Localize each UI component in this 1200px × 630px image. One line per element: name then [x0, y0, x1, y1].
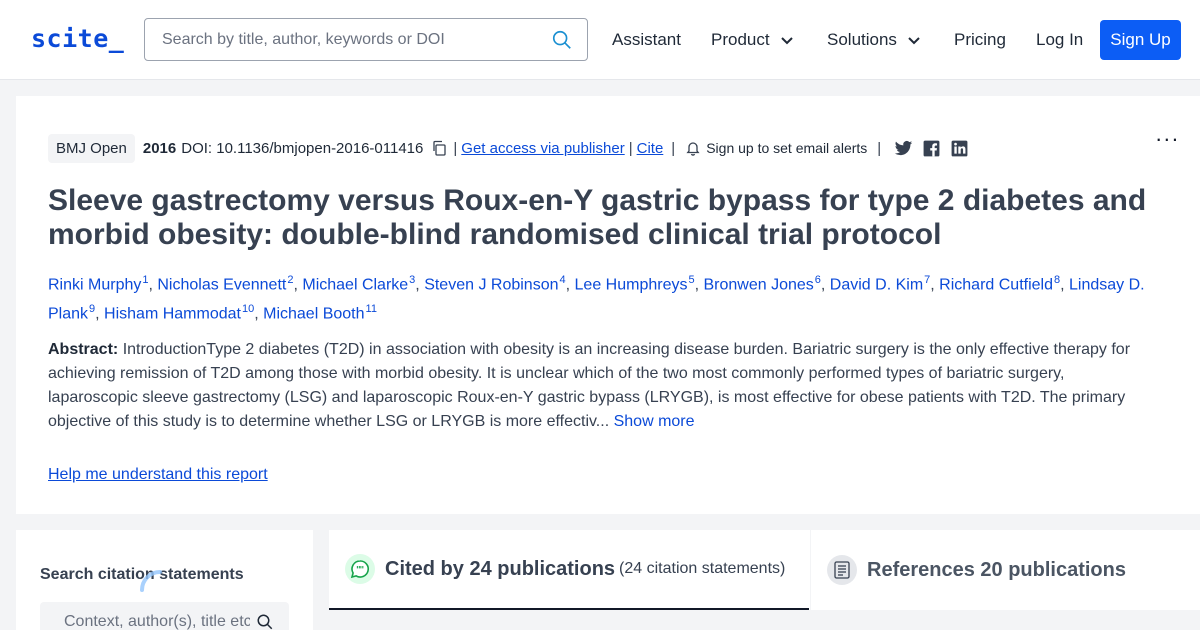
author-separator: , [1060, 276, 1070, 294]
author-separator: , [820, 276, 830, 294]
author-separator: , [95, 305, 105, 323]
citation-search-input[interactable] [40, 602, 250, 630]
separator: | [628, 139, 633, 157]
nav-assistant-label: Assistant [612, 30, 681, 49]
separator: | [453, 139, 458, 157]
cite-link[interactable]: Cite [637, 140, 664, 157]
author-link[interactable]: David D. Kim [830, 276, 923, 293]
author-separator: , [415, 276, 425, 294]
cited-by-statements: (24 citation statements) [619, 560, 786, 577]
nav-pricing-label: Pricing [954, 30, 1006, 49]
search-icon[interactable] [256, 613, 274, 630]
author-link[interactable]: Lee Humphreys [575, 276, 688, 293]
author-link[interactable]: Richard Cutfield [939, 276, 1053, 293]
search-icon[interactable] [551, 29, 573, 51]
author-affiliation-number: 11 [365, 303, 377, 316]
author-link[interactable]: Michael Booth [263, 306, 364, 323]
nav-solutions[interactable]: Solutions [827, 30, 921, 50]
abstract-text: IntroductionType 2 diabetes (T2D) in ass… [48, 341, 1131, 430]
citation-search-box [40, 602, 289, 630]
bell-icon[interactable] [685, 140, 701, 156]
author-separator: , [565, 276, 575, 294]
nav-product-label: Product [711, 30, 770, 49]
references-label: References 20 publications [867, 558, 1126, 581]
scite-logo[interactable]: scite_ [31, 24, 124, 53]
cited-by-label: Cited by 24 publications [385, 557, 616, 580]
help-understand-link[interactable]: Help me understand this report [48, 466, 268, 484]
author-list: Rinki Murphy1, Nicholas Evennett2, Micha… [48, 268, 1158, 327]
chevron-down-icon [908, 37, 920, 45]
nav-login[interactable]: Log In [1036, 30, 1083, 50]
facebook-icon[interactable] [922, 139, 941, 158]
signup-button[interactable]: Sign Up [1100, 20, 1181, 60]
search-box [144, 18, 588, 61]
show-more-link[interactable]: Show more [614, 413, 695, 430]
copy-icon[interactable] [431, 140, 447, 156]
nav-pricing[interactable]: Pricing [954, 30, 1006, 50]
author-link[interactable]: Steven J Robinson [424, 276, 558, 293]
twitter-icon[interactable] [894, 139, 913, 158]
linkedin-icon[interactable] [950, 139, 969, 158]
site-header: scite_ Assistant Product Solutions Prici… [0, 0, 1200, 80]
nav-product[interactable]: Product [711, 30, 794, 50]
author-link[interactable]: Rinki Murphy [48, 276, 141, 293]
nav-login-label: Log In [1036, 30, 1084, 49]
author-link[interactable]: Michael Clarke [302, 276, 408, 293]
nav-solutions-label: Solutions [827, 30, 897, 49]
svg-text:": " [360, 566, 365, 576]
quote-bubble-icon: " " [345, 554, 375, 584]
email-alerts-link[interactable]: Sign up to set email alerts [706, 140, 867, 156]
tab-references[interactable]: References 20 publications [810, 530, 1200, 610]
author-separator: , [930, 276, 940, 294]
paper-title: Sleeve gastrectomy versus Roux-en-Y gast… [48, 184, 1147, 251]
author-affiliation-number: 10 [241, 303, 255, 316]
journal-badge[interactable]: BMJ Open [48, 133, 135, 163]
paper-card: BMJ Open 2016 DOI: 10.1136/bmjopen-2016-… [16, 96, 1200, 514]
citation-search-panel: Search citation statements [16, 530, 313, 630]
abstract: Abstract: IntroductionType 2 diabetes (T… [48, 338, 1158, 434]
access-link[interactable]: Get access via publisher [461, 140, 624, 157]
author-link[interactable]: Bronwen Jones [703, 276, 813, 293]
document-icon [827, 555, 857, 585]
citation-tabs: " " Cited by 24 publications (24 citation… [329, 530, 1200, 610]
paper-meta: BMJ Open 2016 DOI: 10.1136/bmjopen-2016-… [48, 132, 969, 164]
chevron-down-icon [780, 37, 793, 45]
search-input[interactable] [145, 19, 535, 60]
more-options-icon[interactable]: ... [1156, 123, 1180, 145]
author-link[interactable]: Hisham Hammodat [104, 306, 241, 323]
publication-year: 2016 [142, 139, 177, 157]
separator: | [877, 139, 882, 157]
author-link[interactable]: Nicholas Evennett [157, 276, 286, 293]
author-separator: , [254, 305, 264, 323]
abstract-label: Abstract: [48, 341, 119, 358]
nav-assistant[interactable]: Assistant [612, 30, 681, 50]
tab-cited-by[interactable]: " " Cited by 24 publications (24 citation… [329, 530, 809, 610]
doi-text: DOI: 10.1136/bmjopen-2016-011416 [181, 139, 424, 157]
separator: | [671, 139, 676, 157]
